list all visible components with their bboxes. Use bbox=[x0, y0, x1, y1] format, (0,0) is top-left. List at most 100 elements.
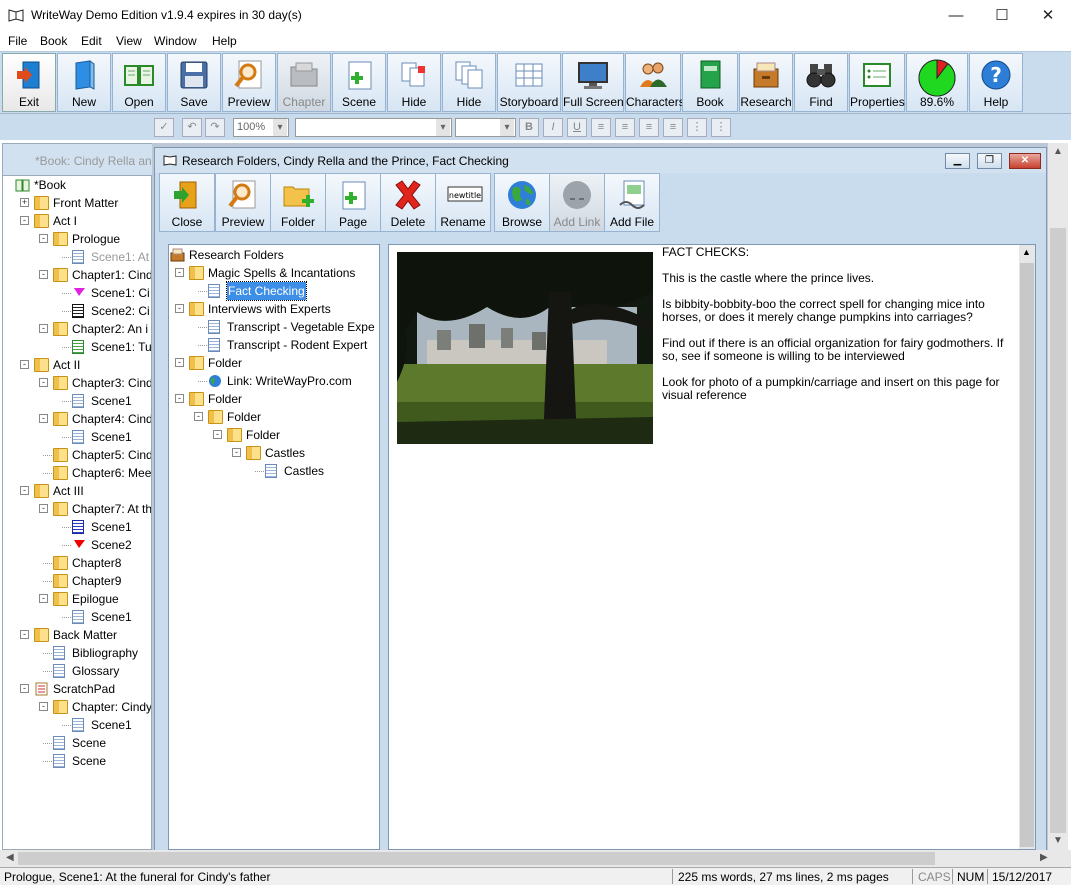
research-delete-button[interactable]: Delete bbox=[380, 173, 436, 232]
menu-view[interactable]: View bbox=[116, 34, 142, 48]
chapter-button[interactable]: Chapter bbox=[277, 53, 331, 112]
collapse-toggle[interactable]: - bbox=[20, 630, 29, 639]
close-button[interactable]: ✕ bbox=[1025, 0, 1071, 31]
collapse-toggle[interactable]: - bbox=[39, 234, 48, 243]
research-rename-button[interactable]: newtitle Rename bbox=[435, 173, 491, 232]
preview-button[interactable]: Preview bbox=[222, 53, 276, 112]
justify-button[interactable]: ≡ bbox=[663, 118, 683, 137]
collapse-toggle[interactable]: - bbox=[39, 504, 48, 513]
research-page-button[interactable]: Page bbox=[325, 173, 381, 232]
font-select[interactable] bbox=[295, 118, 452, 137]
research-tree-node[interactable]: Castles bbox=[169, 462, 379, 480]
research-tree-node[interactable]: - Folder bbox=[169, 408, 379, 426]
horizontal-scrollbar[interactable]: ◀ ▶ bbox=[0, 850, 1071, 867]
research-tree-node[interactable]: - Folder bbox=[169, 426, 379, 444]
research-tree-node[interactable]: Transcript - Vegetable Expe bbox=[169, 318, 379, 336]
research-add-file-button[interactable]: Add File bbox=[604, 173, 660, 232]
workspace-vertical-scrollbar[interactable]: ▲ ▼ bbox=[1048, 143, 1068, 850]
book-tree-node[interactable]: Scene1: Ci bbox=[3, 284, 151, 302]
collapse-toggle[interactable]: - bbox=[175, 268, 184, 277]
menu-book[interactable]: Book bbox=[40, 34, 67, 48]
bullet-list-button[interactable]: ⋮ bbox=[687, 118, 707, 137]
collapse-toggle[interactable]: - bbox=[39, 414, 48, 423]
research-tree-node[interactable]: - Folder bbox=[169, 354, 379, 372]
scroll-down-icon[interactable]: ▼ bbox=[1053, 835, 1063, 846]
collapse-toggle[interactable]: - bbox=[194, 412, 203, 421]
book-tree-node[interactable]: - Chapter7: At th bbox=[3, 500, 151, 518]
scroll-left-icon[interactable]: ◀ bbox=[6, 852, 14, 863]
spellcheck-button[interactable]: ✓ bbox=[154, 118, 174, 137]
expand-toggle[interactable]: + bbox=[20, 198, 29, 207]
research-tree-node[interactable]: Link: WriteWayPro.com bbox=[169, 372, 379, 390]
book-tree-node[interactable]: - Epilogue bbox=[3, 590, 151, 608]
full-screen-button[interactable]: Full Screen bbox=[562, 53, 624, 112]
collapse-toggle[interactable]: - bbox=[175, 358, 184, 367]
bold-button[interactable]: B bbox=[519, 118, 539, 137]
book-tree-node[interactable]: Glossary bbox=[3, 662, 151, 680]
book-tree-node[interactable]: + Front Matter bbox=[3, 194, 151, 212]
menu-file[interactable]: File bbox=[8, 34, 27, 48]
scene-button[interactable]: Scene bbox=[332, 53, 386, 112]
research-tree-node[interactable]: Research Folders bbox=[169, 246, 379, 264]
research-tree-node[interactable]: Fact Checking bbox=[169, 281, 379, 301]
book-tree-node[interactable]: Scene1 bbox=[3, 518, 151, 536]
book-tree-node[interactable]: - Act II bbox=[3, 356, 151, 374]
book-tree-node[interactable]: Scene1 bbox=[3, 608, 151, 626]
menu-edit[interactable]: Edit bbox=[81, 34, 102, 48]
book-tree-node[interactable]: - Act III bbox=[3, 482, 151, 500]
italic-button[interactable]: I bbox=[543, 118, 563, 137]
maximize-button[interactable]: ☐ bbox=[979, 0, 1025, 31]
scroll-up-icon[interactable]: ▲ bbox=[1053, 146, 1063, 157]
book-tree-node[interactable]: Scene bbox=[3, 734, 151, 752]
redo-button[interactable]: ↷ bbox=[205, 118, 225, 137]
book-tree-node[interactable]: Chapter6: Mee bbox=[3, 464, 151, 482]
book-tree-node[interactable]: Scene1 bbox=[3, 428, 151, 446]
collapse-toggle[interactable]: - bbox=[20, 684, 29, 693]
research-restore-button[interactable]: ❐ bbox=[977, 153, 1002, 169]
research-tree-node[interactable]: - Castles bbox=[169, 444, 379, 462]
horizontal-scroll-thumb[interactable] bbox=[18, 852, 935, 865]
book-tree-node[interactable]: Scene2 bbox=[3, 536, 151, 554]
editor-vertical-scrollbar[interactable]: ▲ bbox=[1019, 245, 1035, 849]
research-folder-button[interactable]: Folder bbox=[270, 173, 326, 232]
collapse-toggle[interactable]: - bbox=[39, 702, 48, 711]
font-size-select[interactable] bbox=[455, 118, 516, 137]
collapse-toggle[interactable]: - bbox=[39, 324, 48, 333]
book-tree-node[interactable]: - Back Matter bbox=[3, 626, 151, 644]
research-preview-button[interactable]: Preview bbox=[215, 173, 271, 232]
book-tree-node[interactable]: *Book bbox=[3, 176, 151, 194]
exit-button[interactable]: Exit bbox=[2, 53, 56, 112]
book-tree-node[interactable]: - Chapter3: Cind bbox=[3, 374, 151, 392]
numbered-list-button[interactable]: ⋮ bbox=[711, 118, 731, 137]
book-tree-node[interactable]: Scene1 bbox=[3, 392, 151, 410]
book-tree-node[interactable]: - Chapter1: Cind bbox=[3, 266, 151, 284]
book-tree-node[interactable]: Chapter8 bbox=[3, 554, 151, 572]
book-tree-node[interactable]: - Chapter2: An i bbox=[3, 320, 151, 338]
workspace-scroll-thumb[interactable] bbox=[1050, 228, 1066, 833]
book-tree-node[interactable]: Scene bbox=[3, 752, 151, 770]
book-tree-node[interactable]: - Prologue bbox=[3, 230, 151, 248]
align-center-button[interactable]: ≡ bbox=[615, 118, 635, 137]
new-button[interactable]: New bbox=[57, 53, 111, 112]
book-tree-node[interactable]: Scene1: Tu bbox=[3, 338, 151, 356]
undo-button[interactable]: ↶ bbox=[182, 118, 202, 137]
help-button[interactable]: ? Help bbox=[969, 53, 1023, 112]
research-tree-node[interactable]: - Folder bbox=[169, 390, 379, 408]
book-tree-node[interactable]: Chapter5: Cind bbox=[3, 446, 151, 464]
hide-docs-button[interactable]: Hide bbox=[442, 53, 496, 112]
book-button[interactable]: Book bbox=[682, 53, 738, 112]
characters-button[interactable]: Characters bbox=[625, 53, 685, 112]
research-close-tool-button[interactable]: Close bbox=[159, 173, 215, 232]
research-editor[interactable]: FACT CHECKS: This is the castle where th… bbox=[388, 244, 1036, 850]
scroll-right-icon[interactable]: ▶ bbox=[1040, 852, 1048, 863]
align-right-button[interactable]: ≡ bbox=[639, 118, 659, 137]
collapse-toggle[interactable]: - bbox=[20, 216, 29, 225]
align-left-button[interactable]: ≡ bbox=[591, 118, 611, 137]
save-button[interactable]: Save bbox=[167, 53, 221, 112]
open-button[interactable]: Open bbox=[112, 53, 166, 112]
collapse-toggle[interactable]: - bbox=[39, 270, 48, 279]
research-notes[interactable]: FACT CHECKS: This is the castle where th… bbox=[662, 246, 1012, 415]
underline-button[interactable]: U bbox=[567, 118, 587, 137]
book-tree-node[interactable]: - ScratchPad bbox=[3, 680, 151, 698]
book-tree-node[interactable]: Chapter9 bbox=[3, 572, 151, 590]
